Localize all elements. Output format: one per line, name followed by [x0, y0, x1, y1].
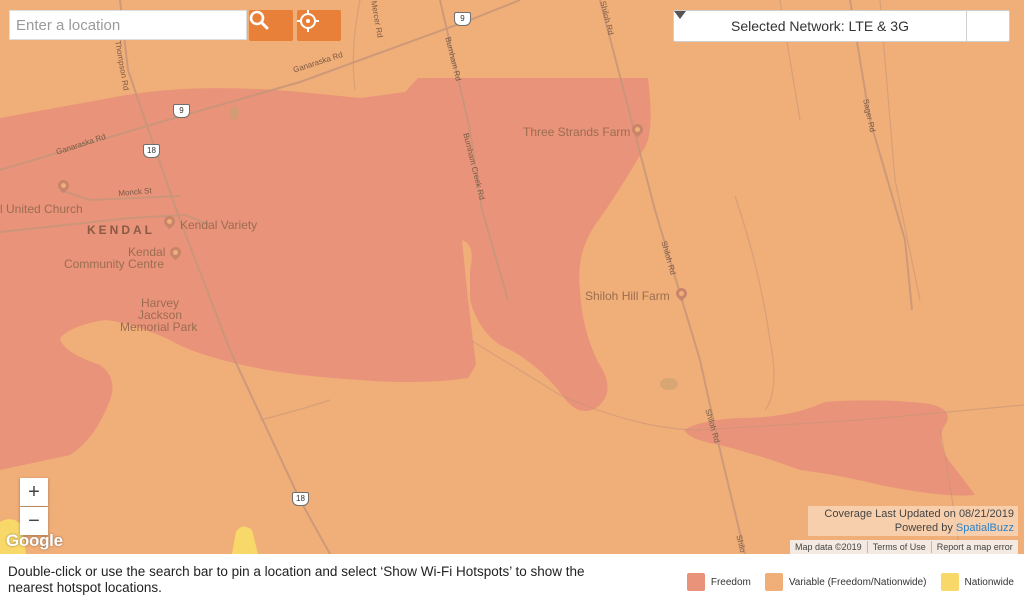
legend-label: Freedom [710, 576, 751, 588]
terms-of-use-link[interactable]: Terms of Use [868, 541, 932, 553]
map-canvas [0, 0, 1024, 554]
network-dropdown-toggle[interactable] [674, 11, 1009, 41]
legend-label: Nationwide [964, 576, 1014, 588]
route-shield: 9 [173, 104, 190, 118]
map-attribution: Map data ©2019 Terms of Use Report a map… [790, 540, 1018, 554]
network-selector[interactable]: Selected Network: LTE & 3G [673, 10, 1010, 42]
locate-me-button[interactable] [297, 10, 341, 41]
network-selector-label: Selected Network: LTE & 3G [731, 18, 909, 34]
powered-by-label: Powered by [894, 522, 956, 534]
place-label-kendal-community-centre[interactable]: Community Centre [64, 257, 164, 271]
place-label-united-church[interactable]: l United Church [0, 202, 83, 216]
route-shield: 18 [292, 492, 309, 506]
report-map-error-link[interactable]: Report a map error [932, 541, 1018, 553]
instructions-text: Double-click or use the search bar to pi… [8, 564, 585, 595]
place-label-shiloh-hill-farm[interactable]: Shiloh Hill Farm [585, 289, 670, 303]
chevron-down-icon [674, 11, 686, 19]
coverage-map[interactable]: Ganaraska Rd Ganaraska Rd Thompson Rd Me… [0, 0, 1024, 554]
place-label-kendal: KENDAL [87, 223, 155, 237]
search-button[interactable] [249, 10, 293, 41]
legend-item-variable: Variable (Freedom/Nationwide) [764, 573, 927, 591]
place-label-harvey-jackson[interactable]: Memorial Park [120, 320, 197, 334]
legend-swatch [686, 573, 705, 591]
legend-label: Variable (Freedom/Nationwide) [788, 576, 927, 588]
legend-item-nationwide: Nationwide [940, 573, 1014, 591]
coverage-updated-text: Coverage Last Updated on 08/21/2019 [824, 508, 1014, 520]
coverage-info: Coverage Last Updated on 08/21/2019 Powe… [808, 506, 1018, 536]
powered-by: Powered by SpatialBuzz [812, 521, 1014, 535]
footer: Double-click or use the search bar to pi… [0, 554, 1024, 600]
search-icon [249, 10, 269, 30]
route-shield: 9 [454, 12, 471, 26]
route-shield: 18 [143, 144, 160, 158]
search-input[interactable] [10, 11, 246, 39]
zoom-in-button[interactable]: + [20, 478, 48, 506]
place-label-kendal-variety[interactable]: Kendal Variety [180, 218, 257, 232]
search-box [9, 10, 247, 40]
legend-swatch [940, 573, 959, 591]
coverage-legend: Freedom Variable (Freedom/Nationwide) Na… [673, 573, 1014, 591]
google-logo[interactable]: Google [6, 531, 63, 551]
spatialbuzz-link[interactable]: SpatialBuzz [956, 522, 1014, 534]
place-label-three-strands-farm[interactable]: Three Strands Farm [523, 125, 630, 139]
crosshair-icon [297, 10, 319, 32]
map-data-text: Map data ©2019 [790, 541, 868, 553]
legend-swatch [764, 573, 783, 591]
legend-item-freedom: Freedom [686, 573, 751, 591]
